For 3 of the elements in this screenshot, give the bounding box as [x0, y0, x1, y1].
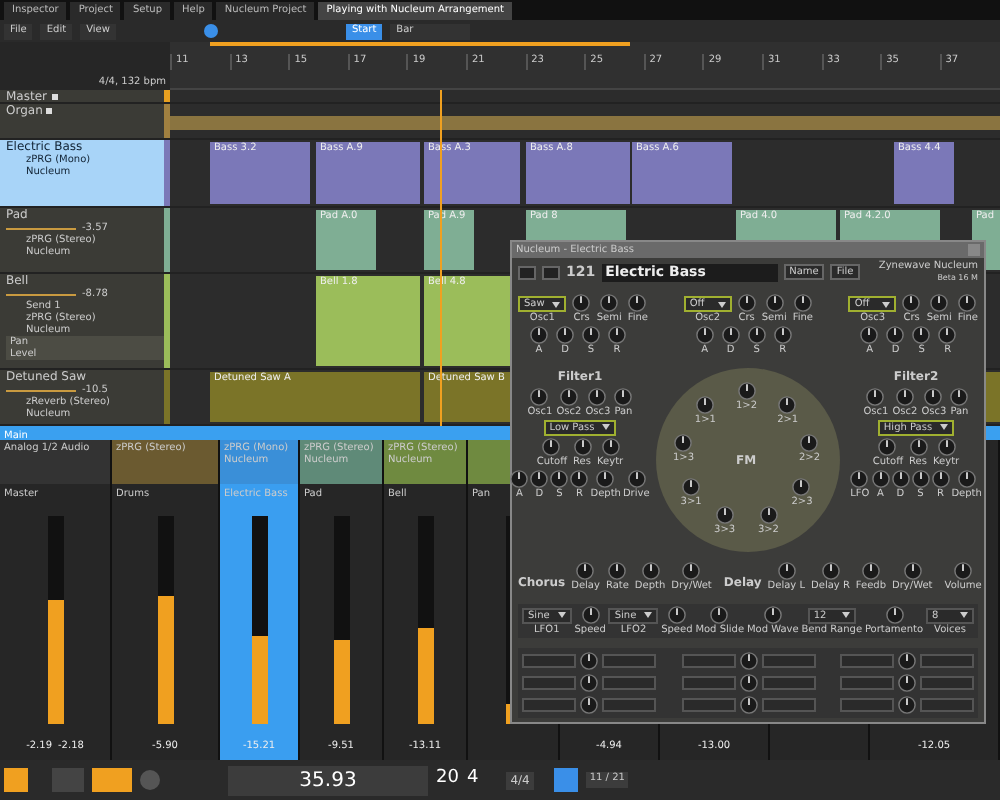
position-display: 35.93: [228, 765, 428, 795]
bars-display: 20: [436, 766, 459, 793]
beats-display: 4: [466, 766, 479, 793]
